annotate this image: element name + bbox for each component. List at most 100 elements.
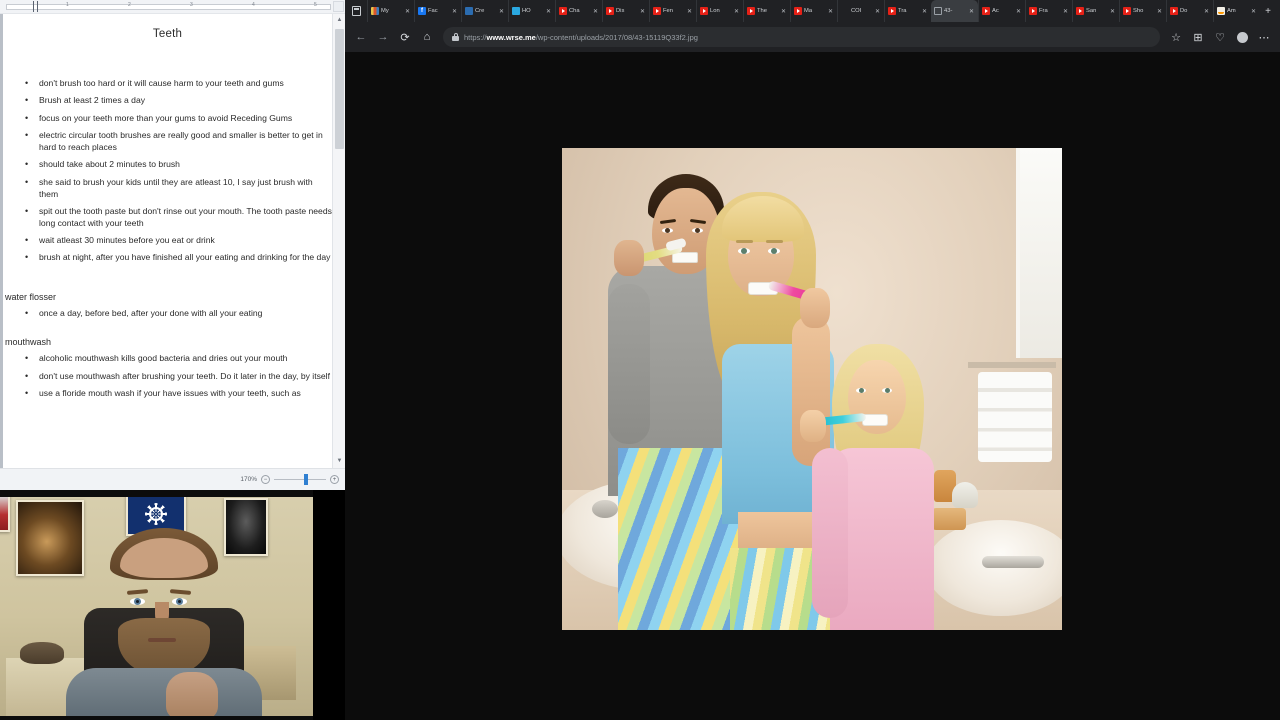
document-page[interactable]: Teeth don't brush too hard or it will ca… [0,14,332,468]
close-icon[interactable]: ✕ [1203,8,1210,15]
zoom-slider-track[interactable] [274,474,326,485]
browser-tab[interactable]: f Fac ✕ [414,0,461,22]
browser-essentials-button[interactable]: ♡ [1210,27,1230,47]
close-icon[interactable]: ✕ [404,8,411,15]
browser-tab[interactable]: HO ✕ [508,0,555,22]
scrollbar-thumb[interactable] [335,29,344,149]
browser-tab[interactable]: Tra ✕ [884,0,931,22]
tab-title: Cre [475,8,485,14]
browser-tab[interactable]: The ✕ [743,0,790,22]
man-arm [608,284,650,444]
ruler-tick-3: 3 [190,2,193,8]
soap-dispenser [952,482,978,508]
close-icon[interactable]: ✕ [733,8,740,15]
browser-tab[interactable]: Sho ✕ [1119,0,1166,22]
url-scheme: https:// [464,32,487,42]
tab-actions-menu-icon[interactable] [345,0,367,22]
close-icon[interactable]: ✕ [592,8,599,15]
ruler-tick-1: 1 [66,2,69,8]
browser-tab[interactable]: Fra ✕ [1025,0,1072,22]
browser-tab[interactable]: My ✕ [367,0,414,22]
lock-body [452,36,459,41]
document-ruler[interactable]: 1 2 3 4 5 [0,0,345,14]
page-viewport[interactable] [345,52,1280,720]
list-item: electric circular tooth brushes are real… [3,129,332,154]
browser-tab[interactable]: Cha ✕ [555,0,602,22]
books-icon [371,7,379,15]
zoom-in-button[interactable]: + [330,475,339,484]
browser-tab[interactable]: Dis ✕ [602,0,649,22]
ruler-strip [6,4,331,10]
close-icon[interactable]: ✕ [639,8,646,15]
home-button[interactable]: ⌂ [417,27,437,47]
scroll-down-arrow-icon[interactable]: ▼ [333,455,345,468]
zoom-out-button[interactable]: − [261,475,270,484]
blue-icon [465,7,473,15]
tab-title: 43- [944,8,953,14]
list-item: use a floride mouth wash if your have is… [3,387,332,400]
favorites-button[interactable]: ☆ [1166,27,1186,47]
browser-tab[interactable]: Cre ✕ [461,0,508,22]
refresh-button[interactable]: ⟳ [395,27,415,47]
tab-title: Fra [1039,8,1048,14]
back-button[interactable]: ← [351,27,371,47]
close-icon[interactable]: ✕ [686,8,693,15]
list-item: spit out the tooth paste but don't rinse… [3,205,332,230]
tab-title: My [381,8,389,14]
browser-tab[interactable]: Am ✕ [1213,0,1260,22]
forward-button[interactable]: → [373,27,393,47]
browser-tab[interactable]: Fen ✕ [649,0,696,22]
address-bar[interactable]: https://www.wrse.me/wp-content/uploads/2… [443,27,1160,47]
wall-poster-painting [16,500,84,576]
desk-object [20,642,64,664]
list-item: alcoholic mouthwash kills good bacteria … [3,352,332,365]
document-vertical-scrollbar[interactable]: ▲ ▼ [332,14,345,468]
youtube-icon [888,7,896,15]
close-icon[interactable]: ✕ [451,8,458,15]
close-icon[interactable]: ✕ [545,8,552,15]
close-icon[interactable]: ✕ [1156,8,1163,15]
scroll-up-arrow-icon[interactable]: ▲ [333,14,345,27]
close-icon[interactable]: ✕ [827,8,834,15]
browser-tab-active[interactable]: 43- ✕ [931,0,978,22]
browser-tab[interactable]: Lon ✕ [696,0,743,22]
person-eye-left [130,598,145,605]
webcam-letterbox-bottom [0,716,313,720]
browser-tab[interactable]: Ma ✕ [790,0,837,22]
list-item: focus on your teeth more than your gums … [3,112,332,125]
profile-avatar-icon[interactable] [1232,27,1252,47]
webcam-overlay[interactable] [0,490,313,720]
youtube-icon [1029,7,1037,15]
tab-title: The [757,8,767,14]
woman-arm [792,316,830,466]
browser-tab[interactable]: Ac ✕ [978,0,1025,22]
close-icon[interactable]: ✕ [1015,8,1022,15]
ruler-corner-button[interactable] [333,1,344,12]
family-brushing-teeth-photo[interactable] [562,148,1062,630]
settings-menu-button[interactable]: ⋯ [1254,27,1274,47]
close-icon[interactable]: ✕ [1062,8,1069,15]
youtube-icon [1170,7,1178,15]
close-icon[interactable]: ✕ [780,8,787,15]
browser-tab[interactable]: Do ✕ [1166,0,1213,22]
facebook-icon: f [418,7,426,15]
man-shorts [618,448,738,630]
close-icon[interactable]: ✕ [874,8,881,15]
close-icon[interactable]: ✕ [498,8,505,15]
close-icon[interactable]: ✕ [1250,8,1257,15]
browser-tab[interactable]: San ✕ [1072,0,1119,22]
close-icon[interactable]: ✕ [1109,8,1116,15]
close-icon[interactable]: ✕ [921,8,928,15]
minimize-button[interactable] [1276,0,1280,22]
zoom-slider-thumb[interactable] [304,474,308,485]
pupil [178,600,181,603]
person-eye-right [172,598,187,605]
browser-tab[interactable]: COI ✕ [837,0,884,22]
woman-eyebrow-left [736,240,753,243]
new-tab-button[interactable]: + [1260,0,1276,22]
indent-marker[interactable] [33,1,38,12]
nato-ring-icon [149,507,163,521]
girl-hand [800,410,826,442]
collections-button[interactable]: ⊞ [1188,27,1208,47]
close-icon[interactable]: ✕ [968,8,975,15]
